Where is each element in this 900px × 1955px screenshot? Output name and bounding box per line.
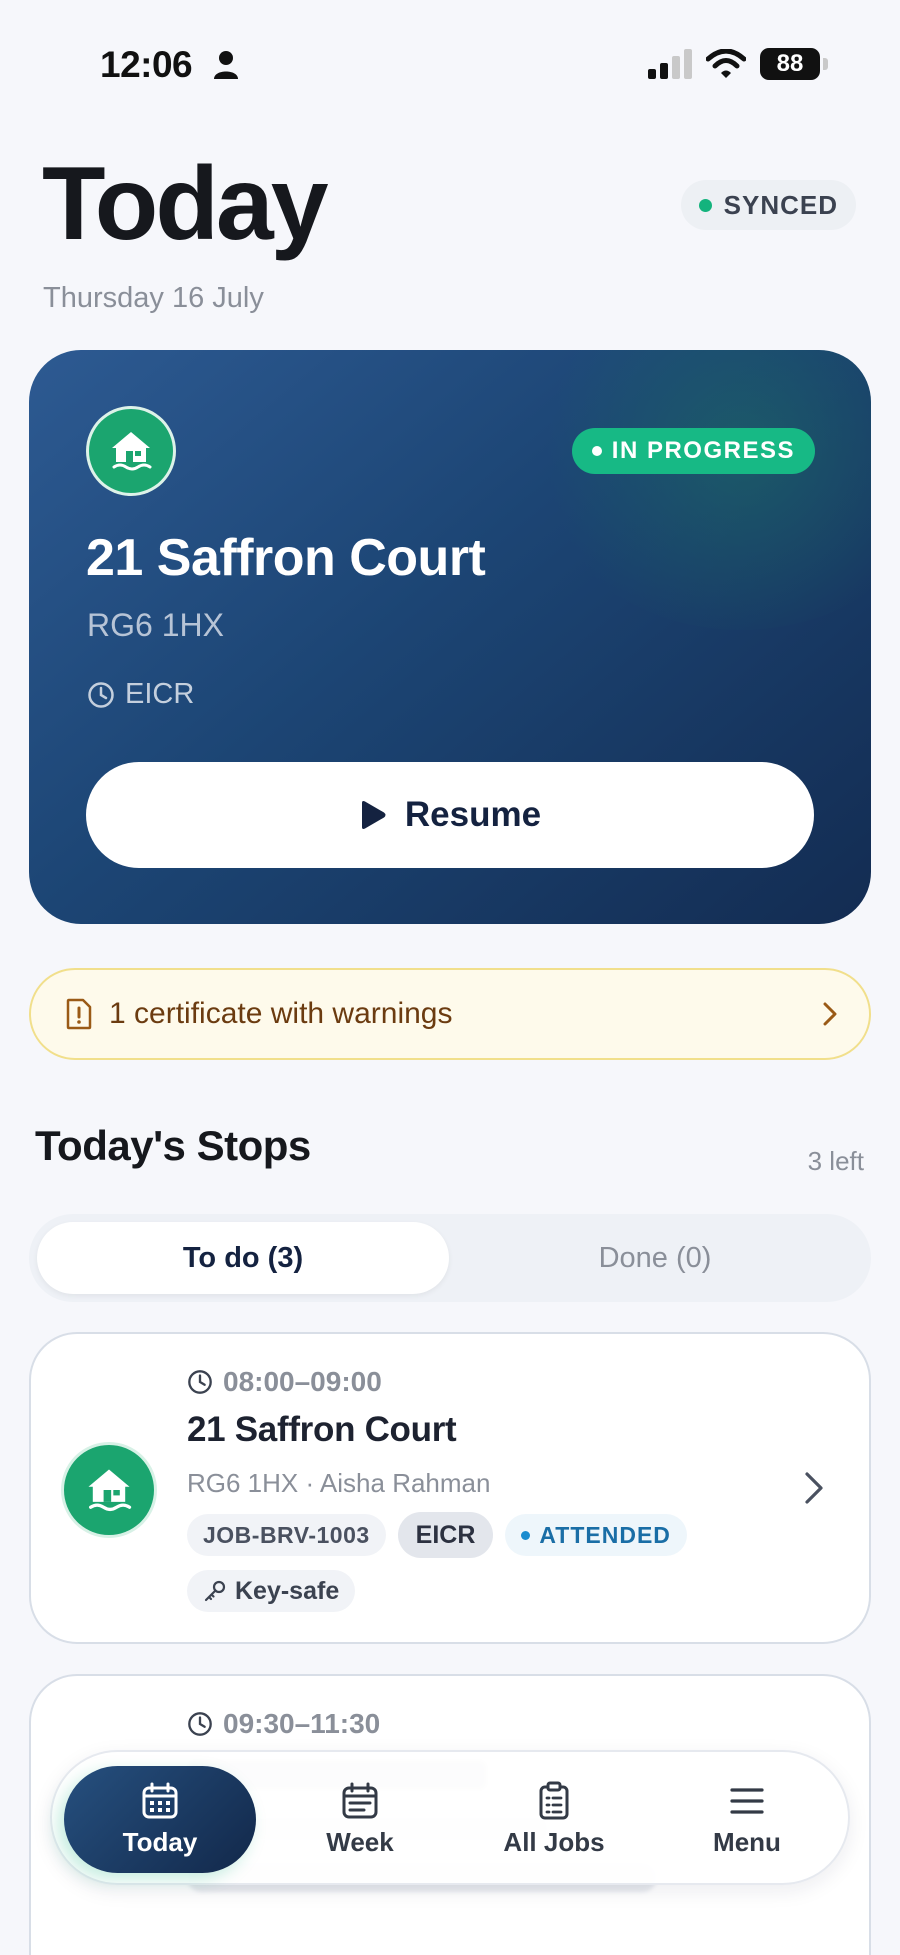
job-status-text: IN PROGRESS	[611, 437, 795, 464]
stops-section-title: Today's Stops	[35, 1122, 311, 1169]
resume-label: Resume	[404, 795, 542, 834]
tab-to-do[interactable]: To do (3)	[37, 1222, 449, 1294]
tab-done[interactable]: Done (0)	[449, 1222, 861, 1294]
status-bar: 12:06 88	[0, 0, 900, 130]
status-time: 12:06	[100, 44, 193, 85]
job-type-tag: EICR	[397, 1512, 494, 1558]
nav-label: All Jobs	[503, 1827, 605, 1857]
warning-document-icon	[66, 998, 92, 1030]
wifi-icon	[706, 49, 746, 78]
job-postcode: RG6 1HX	[87, 607, 224, 643]
today-screen: 12:06 88 Today Thursday 16 July SYNCED I…	[0, 0, 900, 1955]
job-type-row: EICR	[87, 678, 194, 711]
nav-week[interactable]: Week	[265, 1752, 455, 1887]
battery-indicator: 88	[760, 48, 828, 80]
job-status-badge: IN PROGRESS	[571, 428, 815, 474]
sync-dot	[698, 198, 712, 212]
key-icon	[204, 1580, 226, 1602]
nav-menu[interactable]: Menu	[652, 1752, 842, 1887]
clock-icon	[188, 1712, 212, 1736]
calendar-icon	[142, 1782, 178, 1819]
attended-status-text: ATTENDED	[539, 1521, 671, 1548]
job-type: EICR	[125, 678, 195, 710]
house-icon	[112, 432, 152, 471]
battery-tip	[823, 58, 828, 70]
job-ref-tag: JOB-BRV-1003	[187, 1514, 386, 1556]
nav-label: Menu	[713, 1827, 781, 1857]
calendar-week-icon	[342, 1782, 378, 1819]
certificate-warning-banner[interactable]: 1 certificate with warnings	[29, 968, 871, 1060]
cellular-signal-icon	[648, 49, 692, 79]
attended-status-tag: ATTENDED	[505, 1514, 687, 1556]
job-address: 21 Saffron Court	[86, 529, 486, 587]
stop-tags: JOB-BRV-1003 EICR ATTENDED	[187, 1512, 687, 1558]
nav-label: Today	[122, 1827, 198, 1857]
nav-today[interactable]: Today	[64, 1766, 256, 1873]
stops-remaining-count: 3 left	[807, 1146, 864, 1176]
stop-time: 09:30–11:30	[223, 1708, 381, 1739]
sync-status-text: SYNCED	[723, 189, 838, 220]
key-safe-tag: Key-safe	[187, 1570, 356, 1612]
stop-card[interactable]: 08:00–09:00 21 Saffron Court RG6 1HX · A…	[29, 1332, 871, 1644]
access-text: Key-safe	[235, 1576, 340, 1605]
nav-label: Week	[326, 1827, 394, 1857]
nav-all-jobs[interactable]: All Jobs	[459, 1752, 649, 1887]
bottom-navigation: Today Week All Jobs Menu	[50, 1750, 850, 1885]
clock-icon	[188, 1370, 212, 1394]
play-icon	[361, 801, 386, 829]
resume-button[interactable]: Resume	[86, 762, 814, 868]
warning-text: 1 certificate with warnings	[109, 997, 453, 1030]
status-dot	[591, 446, 602, 456]
stop-access-tags: Key-safe	[187, 1570, 356, 1612]
page-date: Thursday 16 July	[43, 282, 264, 314]
page-title: Today	[42, 146, 329, 262]
stop-time-row: 09:30–11:30	[187, 1708, 380, 1740]
sync-status-badge[interactable]: SYNCED	[680, 180, 856, 230]
clipboard-icon	[539, 1781, 569, 1820]
chevron-right-icon	[805, 1472, 823, 1504]
stop-time: 08:00–09:00	[223, 1366, 382, 1397]
stops-filter-tabs: To do (3) Done (0)	[29, 1214, 871, 1302]
chevron-right-icon	[823, 1002, 837, 1026]
house-icon	[88, 1469, 132, 1512]
hero-glow	[531, 350, 871, 630]
menu-icon	[730, 1788, 764, 1814]
property-icon	[61, 1442, 157, 1538]
property-icon	[86, 406, 176, 496]
status-indicators: 88	[648, 48, 828, 80]
battery-level: 88	[776, 50, 804, 77]
status-dot	[521, 1530, 531, 1540]
person-icon	[214, 51, 238, 79]
stop-subtitle: RG6 1HX · Aisha Rahman	[187, 1468, 491, 1498]
stop-time-row: 08:00–09:00	[187, 1366, 382, 1398]
stop-address: 21 Saffron Court	[187, 1410, 457, 1449]
clock-icon	[88, 681, 114, 708]
current-job-card[interactable]: IN PROGRESS 21 Saffron Court RG6 1HX EIC…	[29, 350, 871, 924]
